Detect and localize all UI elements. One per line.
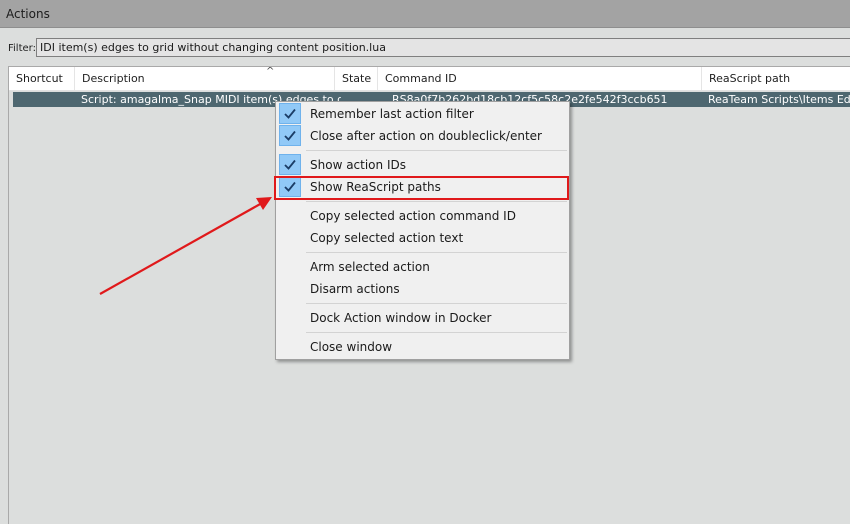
checkmark-icon (279, 103, 301, 124)
menu-item-close-window[interactable]: Close window (278, 336, 567, 357)
table-header: Shortcut Description ^ State Command ID … (9, 67, 850, 91)
menu-item-dock-window[interactable]: Dock Action window in Docker (278, 307, 567, 328)
sort-ascending-icon: ^ (266, 66, 275, 77)
menu-item-close-after-action[interactable]: Close after action on doubleclick/enter (278, 125, 567, 146)
menu-separator (306, 332, 567, 333)
menu-separator (306, 303, 567, 304)
menu-item-label: Dock Action window in Docker (310, 311, 492, 325)
column-header-command-id[interactable]: Command ID (378, 67, 702, 90)
menu-separator (306, 150, 567, 151)
menu-item-arm-action[interactable]: Arm selected action (278, 256, 567, 277)
menu-item-label: Remember last action filter (310, 107, 474, 121)
menu-separator (306, 252, 567, 253)
column-header-shortcut[interactable]: Shortcut (9, 67, 75, 90)
menu-item-show-action-ids[interactable]: Show action IDs (278, 154, 567, 175)
menu-item-label: Disarm actions (310, 282, 400, 296)
checkmark-icon (279, 125, 301, 146)
menu-item-copy-command-id[interactable]: Copy selected action command ID (278, 205, 567, 226)
menu-separator (306, 201, 567, 202)
column-header-state[interactable]: State (335, 67, 378, 90)
menu-item-label: Show ReaScript paths (310, 180, 441, 194)
cell-reascript-path: ReaTeam Scripts\Items Editing (708, 93, 850, 106)
column-header-description-label: Description (82, 72, 145, 85)
column-header-description[interactable]: Description ^ (75, 67, 335, 90)
window-title: Actions (6, 7, 50, 21)
column-header-reascript-path[interactable]: ReaScript path (702, 67, 850, 90)
context-menu: Remember last action filter Close after … (275, 101, 570, 360)
menu-item-disarm-actions[interactable]: Disarm actions (278, 278, 567, 299)
filter-label: Filter: (8, 43, 36, 54)
menu-item-label: Close window (310, 340, 393, 354)
menu-item-label: Copy selected action text (310, 231, 464, 245)
checkmark-icon (279, 154, 301, 175)
menu-item-show-reascript-paths[interactable]: Show ReaScript paths (278, 176, 567, 197)
checkmark-icon (279, 176, 301, 197)
filter-row: Filter: (0, 36, 850, 60)
menu-item-label: Arm selected action (310, 260, 430, 274)
menu-item-label: Close after action on doubleclick/enter (310, 129, 542, 143)
filter-input[interactable] (36, 38, 850, 57)
title-bar: Actions (0, 0, 850, 28)
menu-item-label: Copy selected action command ID (310, 209, 516, 223)
menu-item-label: Show action IDs (310, 158, 406, 172)
menu-item-copy-action-text[interactable]: Copy selected action text (278, 227, 567, 248)
menu-item-remember-filter[interactable]: Remember last action filter (278, 103, 567, 124)
